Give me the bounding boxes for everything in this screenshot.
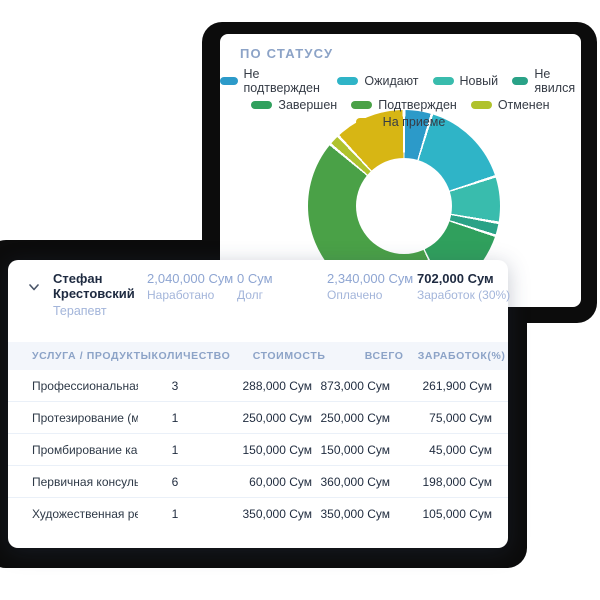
doctor-role: Терапевт <box>53 304 145 318</box>
legend-item[interactable]: Завершен <box>251 98 337 112</box>
table-row[interactable]: Художественная реставрация Е… 1 350,000 … <box>8 498 508 530</box>
stat-earned: 2,040,000 Сум Наработано <box>147 271 242 302</box>
collapse-row-button[interactable] <box>24 277 44 297</box>
stat-debt: 0 Сум Долг <box>237 271 332 302</box>
table-row[interactable]: Первичная консультация специ… 6 60,000 С… <box>8 466 508 498</box>
doctor-name-block: Стефан Крестовский Терапевт <box>53 271 145 318</box>
legend-swatch <box>433 77 454 85</box>
legend-swatch <box>471 101 492 109</box>
services-table: Профессиональная гигиена 3 288,000 Сум 8… <box>8 370 508 530</box>
col-qty: КОЛИЧЕСТВО <box>152 350 226 362</box>
legend-item[interactable]: Не подтвержден <box>220 67 323 95</box>
chart-legend: Не подтвержден Ожидают Новый Не явился З… <box>220 67 581 129</box>
table-row[interactable]: Протезирование (металокерам… 1 250,000 С… <box>8 402 508 434</box>
legend-swatch <box>251 101 272 109</box>
legend-item[interactable]: Отменен <box>471 98 550 112</box>
table-row[interactable]: Профессиональная гигиена 3 288,000 Сум 8… <box>8 370 508 402</box>
doctor-name: Стефан Крестовский <box>53 271 145 301</box>
col-service: УСЛУГА / ПРОДУКТЫ <box>32 350 152 362</box>
col-total: ВСЕГО <box>326 350 404 362</box>
status-card-title: ПО СТАТУСУ <box>240 46 333 61</box>
stat-income: 702,000 Сум Заработок (30%) <box>417 271 512 302</box>
legend-swatch <box>220 77 238 85</box>
legend-item[interactable]: Новый <box>433 67 499 95</box>
table-header: УСЛУГА / ПРОДУКТЫ КОЛИЧЕСТВО СТОИМОСТЬ В… <box>8 342 508 370</box>
table-row[interactable]: Промбирование каналов (посто… 1 150,000 … <box>8 434 508 466</box>
legend-item[interactable]: Ожидают <box>337 67 418 95</box>
donut-hole <box>356 158 452 254</box>
legend-swatch <box>356 118 377 126</box>
legend-swatch <box>337 77 358 85</box>
legend-item[interactable]: Не явился <box>512 67 581 95</box>
col-earning: ЗАРАБОТОК(%) <box>404 350 506 362</box>
doctor-summary-card: Стефан Крестовский Терапевт 2,040,000 Су… <box>8 260 508 548</box>
legend-item[interactable]: На приеме <box>356 115 446 129</box>
legend-swatch <box>512 77 528 85</box>
col-price: СТОИМОСТЬ <box>226 350 326 362</box>
stat-paid: 2,340,000 Сум Оплачено <box>327 271 422 302</box>
doctor-header-row[interactable]: Стефан Крестовский Терапевт 2,040,000 Су… <box>8 260 508 342</box>
chevron-down-icon <box>29 284 39 291</box>
legend-item[interactable]: Подтвержден <box>351 98 457 112</box>
legend-swatch <box>351 101 372 109</box>
